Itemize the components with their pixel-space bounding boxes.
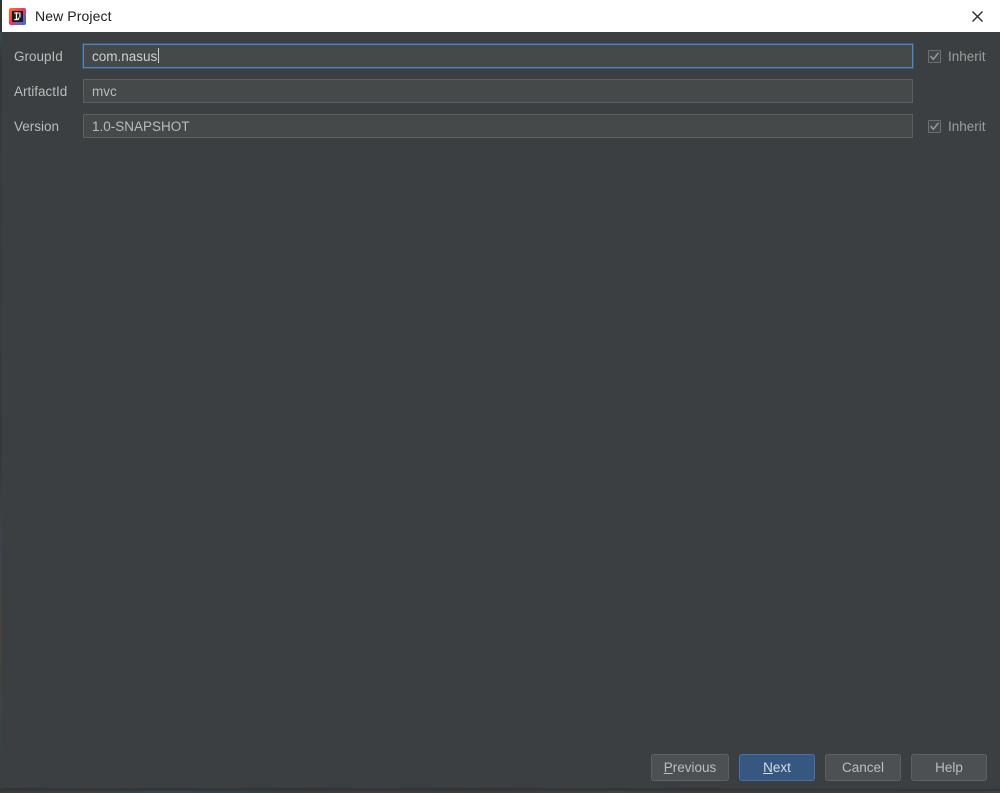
form-row-artifactid: ArtifactId (2, 79, 1000, 103)
version-input[interactable] (83, 114, 913, 138)
label-artifactid: ArtifactId (14, 83, 68, 99)
inherit-checkbox-version[interactable] (928, 119, 941, 133)
label-groupid: GroupId (14, 48, 63, 64)
dialog-title: New Project (35, 8, 112, 24)
next-button-label: ext (772, 760, 791, 775)
previous-button-mnemonic: P (663, 760, 673, 775)
groupid-input[interactable] (83, 44, 913, 68)
dialog-button-bar: Previous Next Cancel Help (2, 754, 1000, 788)
inherit-group-version[interactable]: Inherit (928, 114, 986, 138)
form-row-groupid: GroupId Inherit (2, 44, 1000, 68)
next-button-mnemonic: N (763, 760, 773, 775)
inherit-label-version: Inherit (948, 118, 986, 134)
inherit-label-groupid: Inherit (948, 48, 986, 64)
cancel-button-label: Cancel (841, 760, 885, 775)
inherit-checkbox-groupid[interactable] (928, 49, 941, 63)
help-button-label: Help (935, 760, 963, 775)
previous-button-label: revious (672, 760, 717, 775)
label-version: Version (14, 118, 60, 134)
ide-bottom-edge-sliver (0, 785, 1000, 793)
previous-button[interactable]: Previous (651, 754, 729, 781)
text-caret (158, 48, 160, 63)
help-button[interactable]: Help (911, 754, 987, 781)
intellij-idea-icon (9, 7, 26, 25)
form-row-version: Version Inherit (2, 114, 1000, 138)
inherit-group-groupid[interactable]: Inherit (928, 44, 986, 68)
close-icon[interactable] (954, 0, 1000, 32)
new-project-dialog: New Project GroupId Inherit (2, 0, 1000, 788)
dialog-title-bar: New Project (2, 0, 1000, 32)
cancel-button[interactable]: Cancel (825, 754, 901, 781)
next-button[interactable]: Next (739, 754, 815, 781)
dialog-content-area: GroupId Inherit ArtifactId Version (2, 32, 1000, 788)
artifactid-input[interactable] (83, 79, 913, 103)
